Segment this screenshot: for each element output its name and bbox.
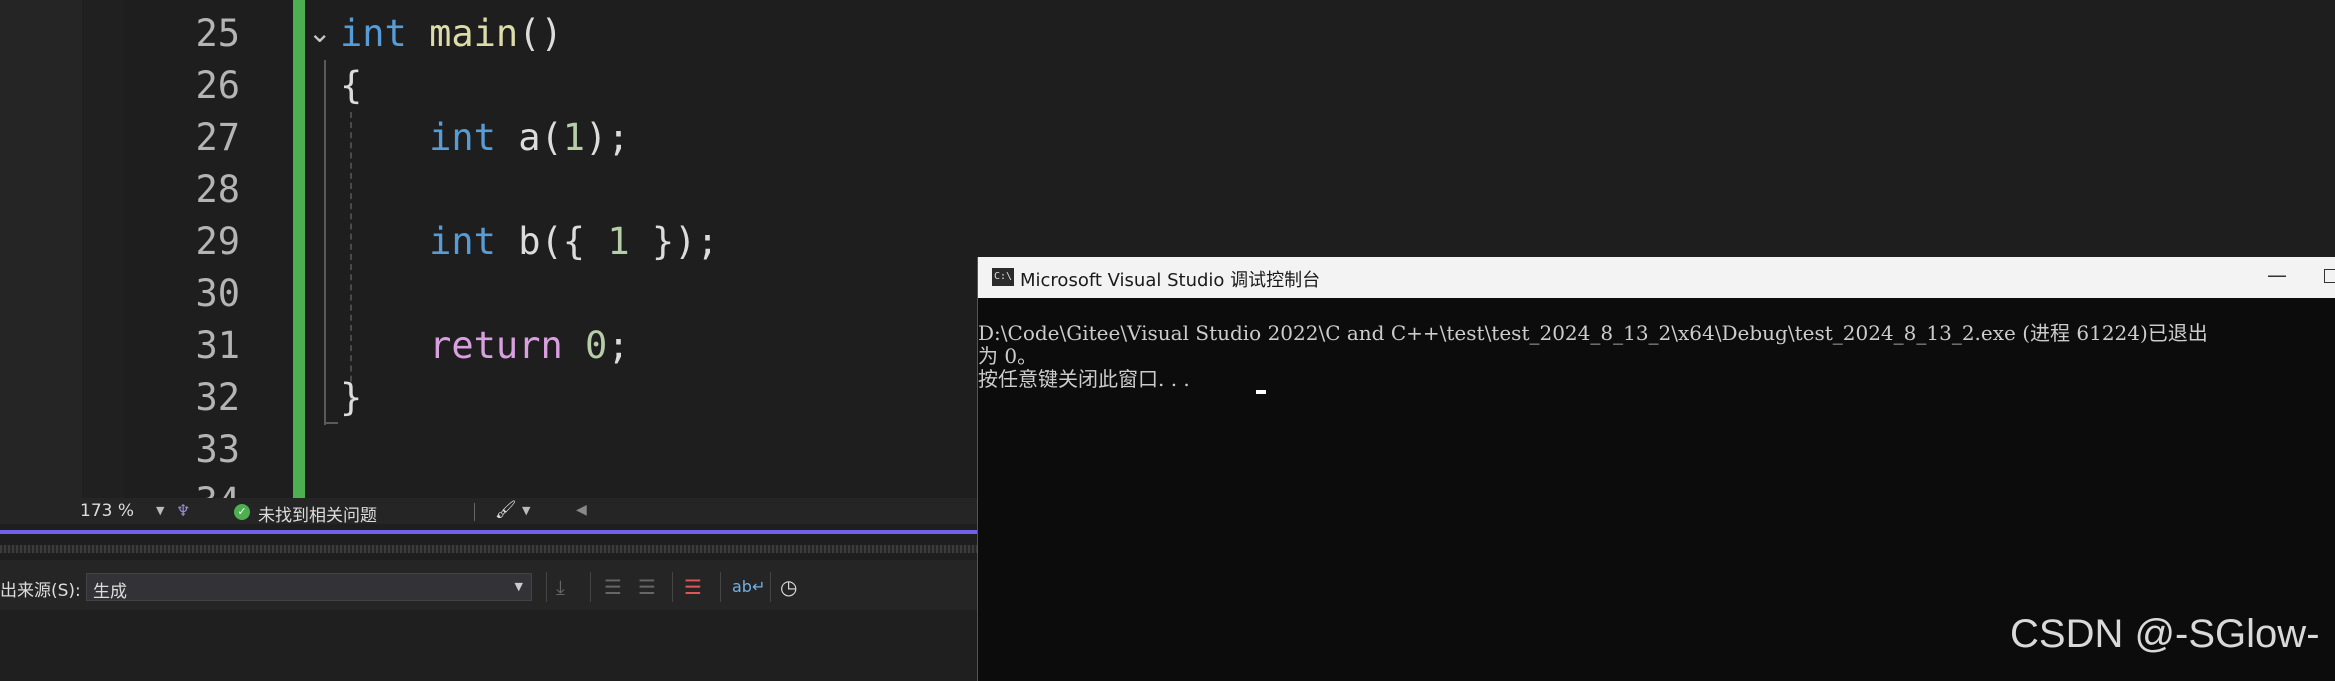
code-token: } [340, 376, 363, 419]
go-to-error-icon[interactable]: ⤓ [556, 574, 565, 600]
console-line: D:\Code\Gitee\Visual Studio 2022\C and C… [978, 321, 2208, 345]
indicator-margin [82, 0, 124, 498]
check-circle-icon: ✓ [234, 504, 250, 520]
status-separator [474, 503, 475, 521]
line-number: 33 [195, 428, 240, 471]
output-source-value: 生成 [93, 582, 127, 602]
minimize-icon[interactable]: — [2267, 263, 2287, 287]
code-token: main [429, 12, 519, 55]
next-message-icon[interactable]: ☰ [638, 574, 656, 600]
code-token: 1 [607, 220, 630, 263]
toolbar-separator [720, 572, 721, 602]
code-token: }); [629, 220, 719, 263]
clock-icon[interactable]: ◷ [780, 574, 797, 600]
copilot-icon[interactable]: ♆ [176, 501, 190, 520]
console-line: 按任意键关闭此窗口. . . [978, 367, 1190, 391]
line-number: 30 [195, 272, 240, 315]
previous-message-icon[interactable]: ☰ [604, 574, 622, 600]
scroll-left-icon[interactable]: ◀ [576, 502, 587, 518]
chevron-down-icon: ▼ [514, 580, 523, 593]
code-token: ; [607, 324, 630, 367]
code-token: b({ [495, 220, 608, 263]
code-token: ); [585, 116, 630, 159]
maximize-icon[interactable] [2324, 269, 2335, 283]
editor-left-margin [0, 0, 82, 498]
console-title: Microsoft Visual Studio 调试控制台 [1020, 270, 1321, 291]
code-token: int [429, 220, 496, 263]
line-number: 25 [195, 12, 240, 55]
fold-guide-line [324, 60, 326, 425]
toolbar-separator [770, 572, 771, 602]
code-token: int [429, 116, 496, 159]
toolbar-separator [672, 572, 673, 602]
clear-all-icon[interactable]: ☰ [684, 574, 702, 600]
watermark-text: CSDN @-SGlow- [2010, 612, 2320, 656]
code-cleanup-dropdown-icon[interactable]: ▼ [522, 504, 530, 517]
line-number: 32 [195, 376, 240, 419]
line-number: 31 [195, 324, 240, 367]
console-line: 为 0。 [978, 344, 1038, 368]
code-line[interactable]: int main() [340, 8, 563, 60]
line-number: 28 [195, 168, 240, 211]
code-line[interactable]: } [340, 372, 362, 424]
code-token: { [340, 64, 363, 107]
console-app-icon: C:\ [992, 268, 1014, 286]
line-number: 26 [195, 64, 240, 107]
zoom-level[interactable]: 173 % [80, 501, 134, 521]
code-line[interactable]: { [340, 60, 362, 112]
editor-status-bar: 173 % ▼ ♆ ✓ 未找到相关问题 🖌 ▼ ◀ [0, 498, 977, 526]
code-token: int [340, 12, 407, 55]
toolbar-separator [546, 572, 547, 602]
output-source-select[interactable]: 生成 ▼ [86, 573, 532, 602]
code-cleanup-icon[interactable]: 🖌 [495, 500, 517, 520]
zoom-dropdown-icon[interactable]: ▼ [156, 504, 164, 517]
code-token: a( [495, 116, 563, 159]
change-tracking-bar [293, 0, 305, 498]
panel-resize-grip[interactable] [0, 545, 977, 553]
fold-guide-end [324, 422, 338, 424]
code-token: 0 [585, 324, 608, 367]
code-token: return [429, 324, 563, 367]
line-number: 29 [195, 220, 240, 263]
code-token: 1 [562, 116, 586, 159]
console-title-bar[interactable]: C:\ Microsoft Visual Studio 调试控制台 — [978, 257, 2335, 298]
code-line[interactable]: return 0; [340, 320, 630, 372]
panel-accent-border [0, 530, 977, 534]
line-number: 27 [195, 116, 240, 159]
code-editor[interactable]: 25262728293031323334 ⌄ int main(){ int a… [0, 0, 977, 498]
code-token: () [518, 12, 563, 55]
toolbar-separator [590, 572, 591, 602]
console-cursor [1256, 390, 1266, 394]
word-wrap-icon[interactable]: ab↵ [732, 574, 765, 600]
code-line[interactable]: int b({ 1 }); [340, 216, 719, 268]
line-number: 34 [128, 476, 240, 498]
fold-chevron-icon[interactable]: ⌄ [308, 18, 331, 48]
issues-status[interactable]: 未找到相关问题 [258, 501, 377, 526]
output-source-label: 出来源(S): [0, 581, 81, 601]
code-line[interactable]: int a(1); [340, 112, 630, 164]
